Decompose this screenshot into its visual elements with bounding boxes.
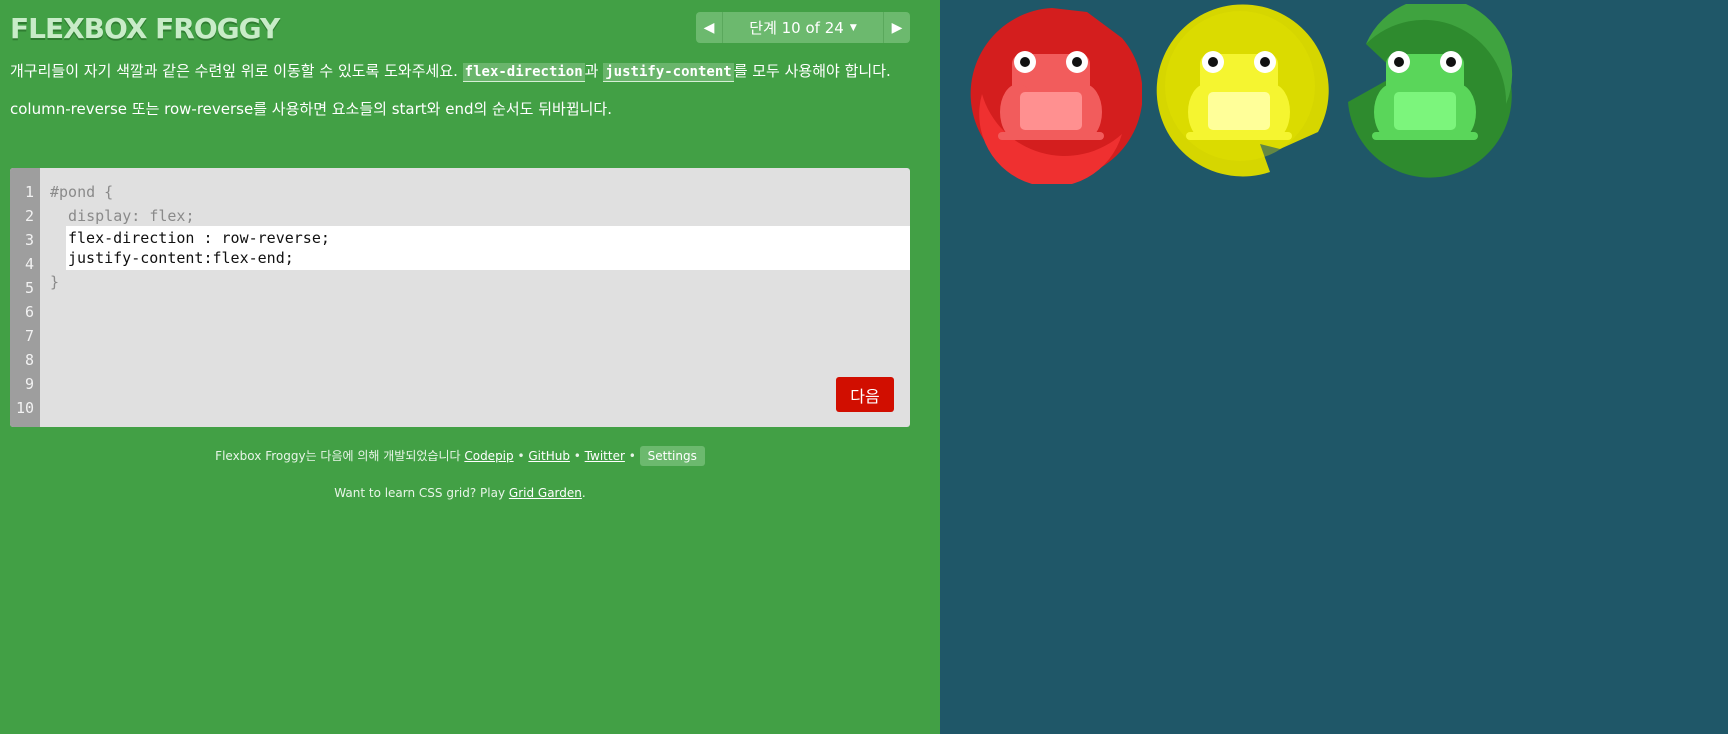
code-keyword-flex-direction[interactable]: flex-direction [462, 63, 585, 82]
grid-note-suffix: . [581, 486, 586, 500]
next-button[interactable]: 다음 [836, 377, 894, 412]
lilypad-red [962, 4, 1143, 187]
frog-icon [1372, 51, 1478, 140]
codepip-link[interactable]: Codepip [464, 449, 513, 463]
prev-level-button[interactable]: ◀ [696, 12, 723, 43]
code-line-closing: } [50, 273, 60, 291]
line-number: 3 [24, 231, 34, 249]
line-number: 9 [24, 375, 34, 393]
code-static: #pond { display: flex; [50, 180, 195, 228]
next-level-arrow-button[interactable]: ▶ [883, 12, 910, 43]
line-number: 6 [24, 303, 34, 321]
line-number: 7 [24, 327, 34, 345]
lilypad-icon [970, 8, 1143, 187]
right-triangle-icon: ▶ [891, 19, 903, 36]
line-number: 10 [15, 399, 34, 417]
credits: Flexbox Froggy는 다음에 의해 개발되었습니다 Codepip •… [0, 446, 920, 466]
instruction-text: 를 모두 사용해야 합니다. [733, 62, 891, 80]
instruction-text: 과 [584, 62, 604, 80]
line-number: 8 [24, 351, 34, 369]
instructions: 개구리들이 자기 색깔과 같은 수련잎 위로 이동할 수 있도록 도와주세요. … [10, 62, 912, 137]
lilypad-yellow [1150, 4, 1330, 184]
credits-text: Flexbox Froggy는 다음에 의해 개발되었습니다 [215, 449, 465, 463]
pond [940, 0, 1728, 734]
frog-icon [998, 51, 1104, 140]
lilypad-icon [1156, 4, 1329, 177]
instruction-paragraph-2: column-reverse 또는 row-reverse를 사용하면 요소들의… [10, 100, 612, 118]
line-numbers: 1 2 3 4 5 6 7 8 9 10 [10, 168, 40, 427]
css-input-textarea[interactable]: flex-direction : row-reverse; justify-co… [66, 226, 910, 270]
separator: • [569, 449, 585, 463]
grid-note-text: Want to learn CSS grid? Play [334, 486, 509, 500]
instruction-text: 개구리들이 자기 색깔과 같은 수련잎 위로 이동할 수 있도록 도와주세요. [10, 62, 463, 80]
code-editor: 1 2 3 4 5 6 7 8 9 10 #pond { display: fl… [10, 168, 910, 427]
grid-garden-note: Want to learn CSS grid? Play Grid Garden… [0, 486, 920, 500]
code-line-1: #pond { [50, 183, 114, 201]
separator: • [624, 449, 640, 463]
line-number: 2 [24, 207, 34, 225]
level-navigation: ◀ 단계 10 of 24 ▼ ▶ [696, 12, 910, 43]
frog-icon [1186, 51, 1292, 140]
line-number: 5 [24, 279, 34, 297]
grid-garden-link[interactable]: Grid Garden [509, 486, 582, 500]
lilypad-green [1336, 0, 1516, 184]
sidebar: FLEXBOX FROGGY ◀ 단계 10 of 24 ▼ ▶ 개구리들이 자… [0, 0, 940, 734]
code-line-2: display: flex; [50, 207, 195, 225]
instruction-paragraph-1: 개구리들이 자기 색깔과 같은 수련잎 위로 이동할 수 있도록 도와주세요. … [10, 62, 912, 82]
twitter-link[interactable]: Twitter [585, 449, 625, 463]
lilypad-icon [1348, 0, 1513, 178]
settings-button[interactable]: Settings [639, 446, 705, 466]
left-triangle-icon: ◀ [703, 19, 715, 36]
github-link[interactable]: GitHub [528, 449, 570, 463]
level-dropdown[interactable]: 단계 10 of 24 ▼ [723, 12, 883, 43]
level-label: 단계 10 of 24 [749, 19, 844, 37]
caret-down-icon: ▼ [849, 22, 857, 33]
line-number: 4 [24, 255, 34, 273]
game-title: FLEXBOX FROGGY [10, 12, 280, 45]
code-keyword-justify-content[interactable]: justify-content [603, 63, 734, 82]
line-number: 1 [24, 183, 34, 201]
separator: • [513, 449, 529, 463]
